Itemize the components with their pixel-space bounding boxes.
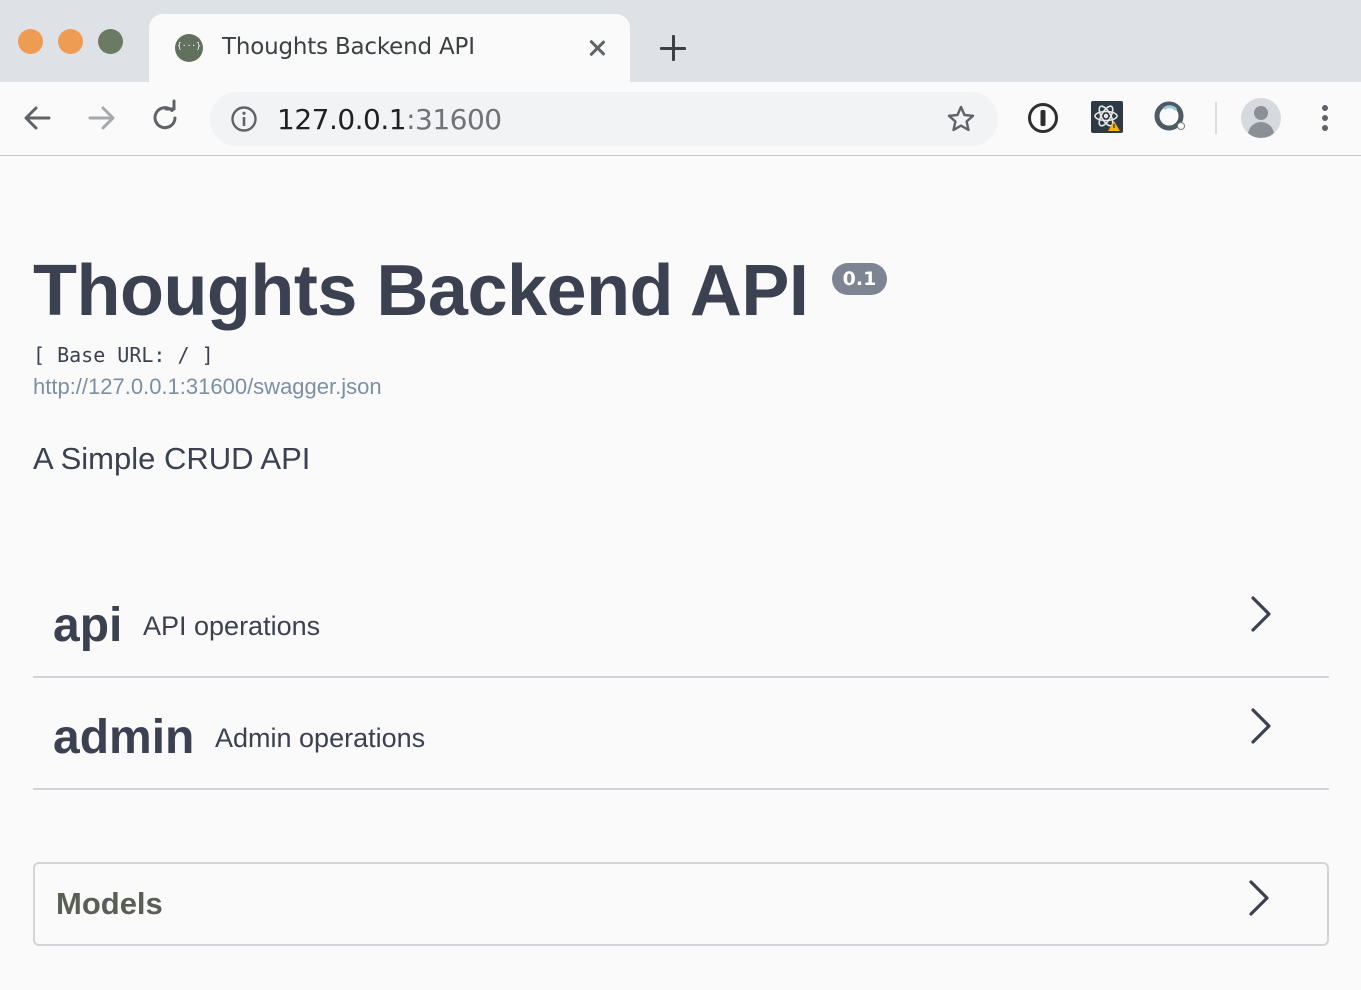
tag-description: API operations	[143, 611, 321, 641]
tab-title: Thoughts Backend API	[222, 34, 475, 60]
window-maximize-button[interactable]	[98, 29, 123, 54]
window-close-button[interactable]	[18, 29, 43, 54]
chevron-right-icon[interactable]	[1249, 595, 1273, 638]
back-arrow-icon[interactable]	[18, 98, 58, 138]
url-port: :31600	[406, 103, 502, 136]
swagger-page: Thoughts Backend API 0.1 [ Base URL: / ]…	[0, 157, 1361, 990]
page-title: Thoughts Backend API	[33, 251, 809, 331]
tab-close-icon[interactable]	[581, 32, 613, 64]
tag-name[interactable]: admin	[53, 714, 194, 762]
browser-tab-active[interactable]: Thoughts Backend API	[149, 14, 630, 82]
browser-tab-strip: Thoughts Backend API	[0, 0, 1361, 82]
api-description: A Simple CRUD API	[33, 441, 311, 476]
tag-description: Admin operations	[215, 723, 426, 753]
reload-icon[interactable]	[145, 98, 185, 138]
swagger-favicon-icon	[175, 34, 203, 62]
new-tab-plus-icon[interactable]	[656, 31, 690, 65]
version-badge: 0.1	[832, 263, 887, 295]
profile-avatar-icon[interactable]	[1241, 98, 1281, 138]
bookmark-star-icon[interactable]	[946, 104, 976, 139]
models-section[interactable]: Models	[33, 862, 1329, 946]
toolbar-separator	[1215, 102, 1217, 134]
tag-name[interactable]: api	[53, 602, 122, 650]
chevron-right-icon[interactable]	[1247, 879, 1271, 922]
browser-toolbar: 127.0.0.1:31600	[0, 82, 1361, 156]
url-host: 127.0.0.1	[277, 103, 407, 136]
chevron-right-icon[interactable]	[1249, 707, 1273, 750]
password-manager-extension-icon[interactable]	[1027, 100, 1059, 141]
tag-section-admin[interactable]: admin Admin operations	[33, 678, 1329, 790]
swagger-json-link[interactable]: http://127.0.0.1:31600/swagger.json	[33, 374, 382, 400]
search-extension-icon[interactable]	[1154, 100, 1188, 139]
browser-menu-icon[interactable]	[1313, 102, 1337, 134]
address-bar[interactable]: 127.0.0.1:31600	[210, 92, 998, 146]
tag-section-api[interactable]: api API operations	[33, 566, 1329, 678]
base-url: [ Base URL: / ]	[33, 343, 214, 367]
models-title[interactable]: Models	[56, 886, 163, 922]
url-text[interactable]: 127.0.0.1:31600	[277, 103, 502, 136]
info-icon[interactable]	[230, 105, 258, 138]
react-devtools-extension-icon[interactable]	[1090, 100, 1124, 139]
window-minimize-button[interactable]	[58, 29, 83, 54]
forward-arrow-icon[interactable]	[81, 98, 121, 138]
